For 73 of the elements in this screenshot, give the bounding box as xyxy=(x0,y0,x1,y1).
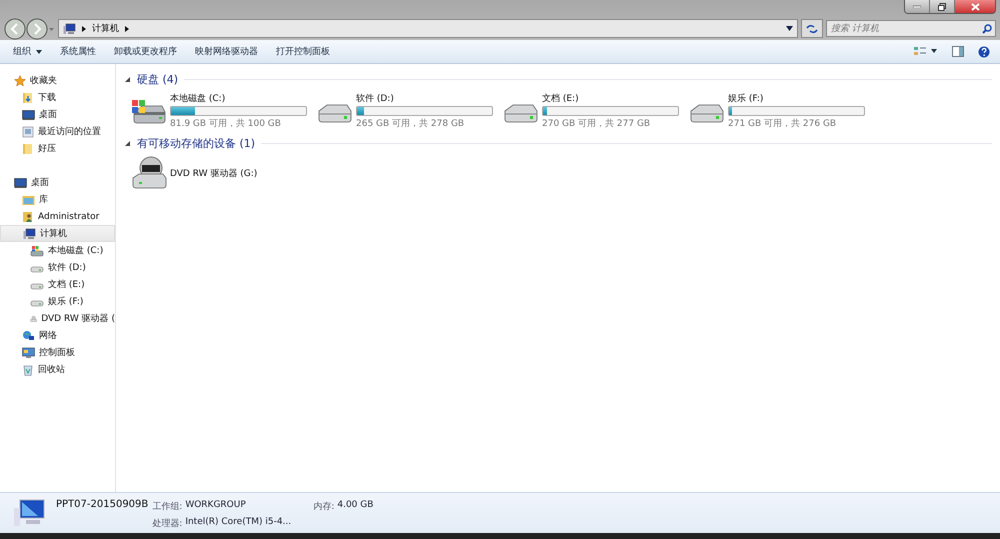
drive-tile[interactable]: 娱乐 (F:) 271 GB 可用，共 276 GB xyxy=(688,92,864,130)
minimize-icon xyxy=(913,5,921,8)
nav-item[interactable]: DVD RW 驱动器 ( xyxy=(0,310,115,327)
detail-label: 处理器: xyxy=(152,518,182,530)
chevron-icon[interactable] xyxy=(125,26,129,32)
back-button[interactable] xyxy=(4,18,26,40)
nav-item[interactable]: 娱乐 (F:) xyxy=(0,293,115,310)
search-field[interactable]: 搜索 计算机 xyxy=(826,20,996,37)
computer-icon xyxy=(23,228,36,240)
network-icon xyxy=(22,330,35,342)
drive-tile[interactable]: DVD RW 驱动器 (G:) xyxy=(130,156,258,190)
toolbar-button[interactable]: 映射网络驱动器 xyxy=(186,42,267,61)
nav-item[interactable]: 最近访问的位置 xyxy=(0,123,115,140)
nav-item[interactable]: 软件 (D:) xyxy=(0,259,115,276)
section-heading: 硬盘 (4) xyxy=(137,72,178,86)
forward-button[interactable] xyxy=(26,18,48,40)
nav-item[interactable]: 文档 (E:) xyxy=(0,276,115,293)
dvd-icon xyxy=(130,156,168,190)
nav-item[interactable]: 回收站 xyxy=(0,361,115,378)
detail-value: Intel(R) Core(TM) i5-4... xyxy=(185,517,292,529)
desktop-icon xyxy=(22,108,35,120)
nav-item[interactable]: 桌面 xyxy=(0,106,115,123)
computer-name: PPT07-20150909B xyxy=(56,499,148,510)
detail-label: 工作组: xyxy=(152,500,182,513)
nav-item[interactable]: 桌面 xyxy=(0,174,115,191)
detail-value: 4.00 GB xyxy=(337,500,374,512)
recent-icon xyxy=(22,126,34,138)
view-options-icon[interactable] xyxy=(914,46,938,57)
nav-item[interactable]: 收藏夹 xyxy=(0,72,115,89)
caret-icon xyxy=(36,50,42,54)
nav-item[interactable]: 下载 xyxy=(0,89,115,106)
chevron-icon[interactable] xyxy=(82,26,86,32)
close-button[interactable] xyxy=(955,0,995,13)
download-icon xyxy=(22,92,34,104)
computer-icon xyxy=(63,22,76,34)
restore-button[interactable] xyxy=(930,0,955,13)
library-icon xyxy=(22,194,35,206)
nav-item[interactable]: Administrator xyxy=(0,208,115,225)
collapse-icon[interactable] xyxy=(124,140,131,146)
toolbar-button[interactable]: 打开控制面板 xyxy=(267,42,339,61)
refresh-button[interactable] xyxy=(801,19,823,38)
preview-pane-icon[interactable] xyxy=(952,46,964,57)
restore-icon xyxy=(938,2,946,10)
toolbar-button[interactable]: 卸载或更改程序 xyxy=(105,42,186,61)
drive-tile[interactable]: 文档 (E:) 270 GB 可用，共 277 GB xyxy=(502,92,678,130)
folder-icon xyxy=(22,142,34,154)
system-icon xyxy=(30,244,44,256)
nav-item[interactable]: 计算机 xyxy=(0,225,115,242)
collapse-icon[interactable] xyxy=(124,76,131,82)
caret-icon[interactable] xyxy=(786,26,793,31)
address-field[interactable]: 计算机 xyxy=(58,19,798,38)
nav-item[interactable]: 本地磁盘 (C:) xyxy=(0,242,115,259)
computer-icon xyxy=(12,498,46,528)
nav-item[interactable]: 好压 xyxy=(0,140,115,157)
minimize-button[interactable] xyxy=(905,0,930,13)
help-icon[interactable] xyxy=(978,46,990,58)
refresh-icon xyxy=(806,24,818,34)
user-icon xyxy=(22,210,34,222)
nav-item[interactable]: 库 xyxy=(0,191,115,208)
detail-label: 内存: xyxy=(313,500,334,513)
breadcrumb[interactable]: 计算机 xyxy=(92,22,119,35)
close-icon xyxy=(970,2,980,10)
toolbar-button[interactable]: 组织 xyxy=(4,42,51,61)
recycle-icon xyxy=(22,364,34,376)
nav-item[interactable]: 网络 xyxy=(0,327,115,344)
section-heading: 有可移动存储的设备 (1) xyxy=(137,136,256,150)
drive-tile[interactable]: 软件 (D:) 265 GB 可用，共 278 GB xyxy=(316,92,492,130)
toolbar-button[interactable]: 系统属性 xyxy=(51,42,105,61)
detail-value: WORKGROUP xyxy=(185,500,247,512)
nav-item[interactable]: 控制面板 xyxy=(0,344,115,361)
star-icon xyxy=(14,74,26,86)
desktop-icon xyxy=(14,176,27,188)
drive-tile[interactable]: 本地磁盘 (C:) 81.9 GB 可用，共 100 GB xyxy=(130,92,306,130)
